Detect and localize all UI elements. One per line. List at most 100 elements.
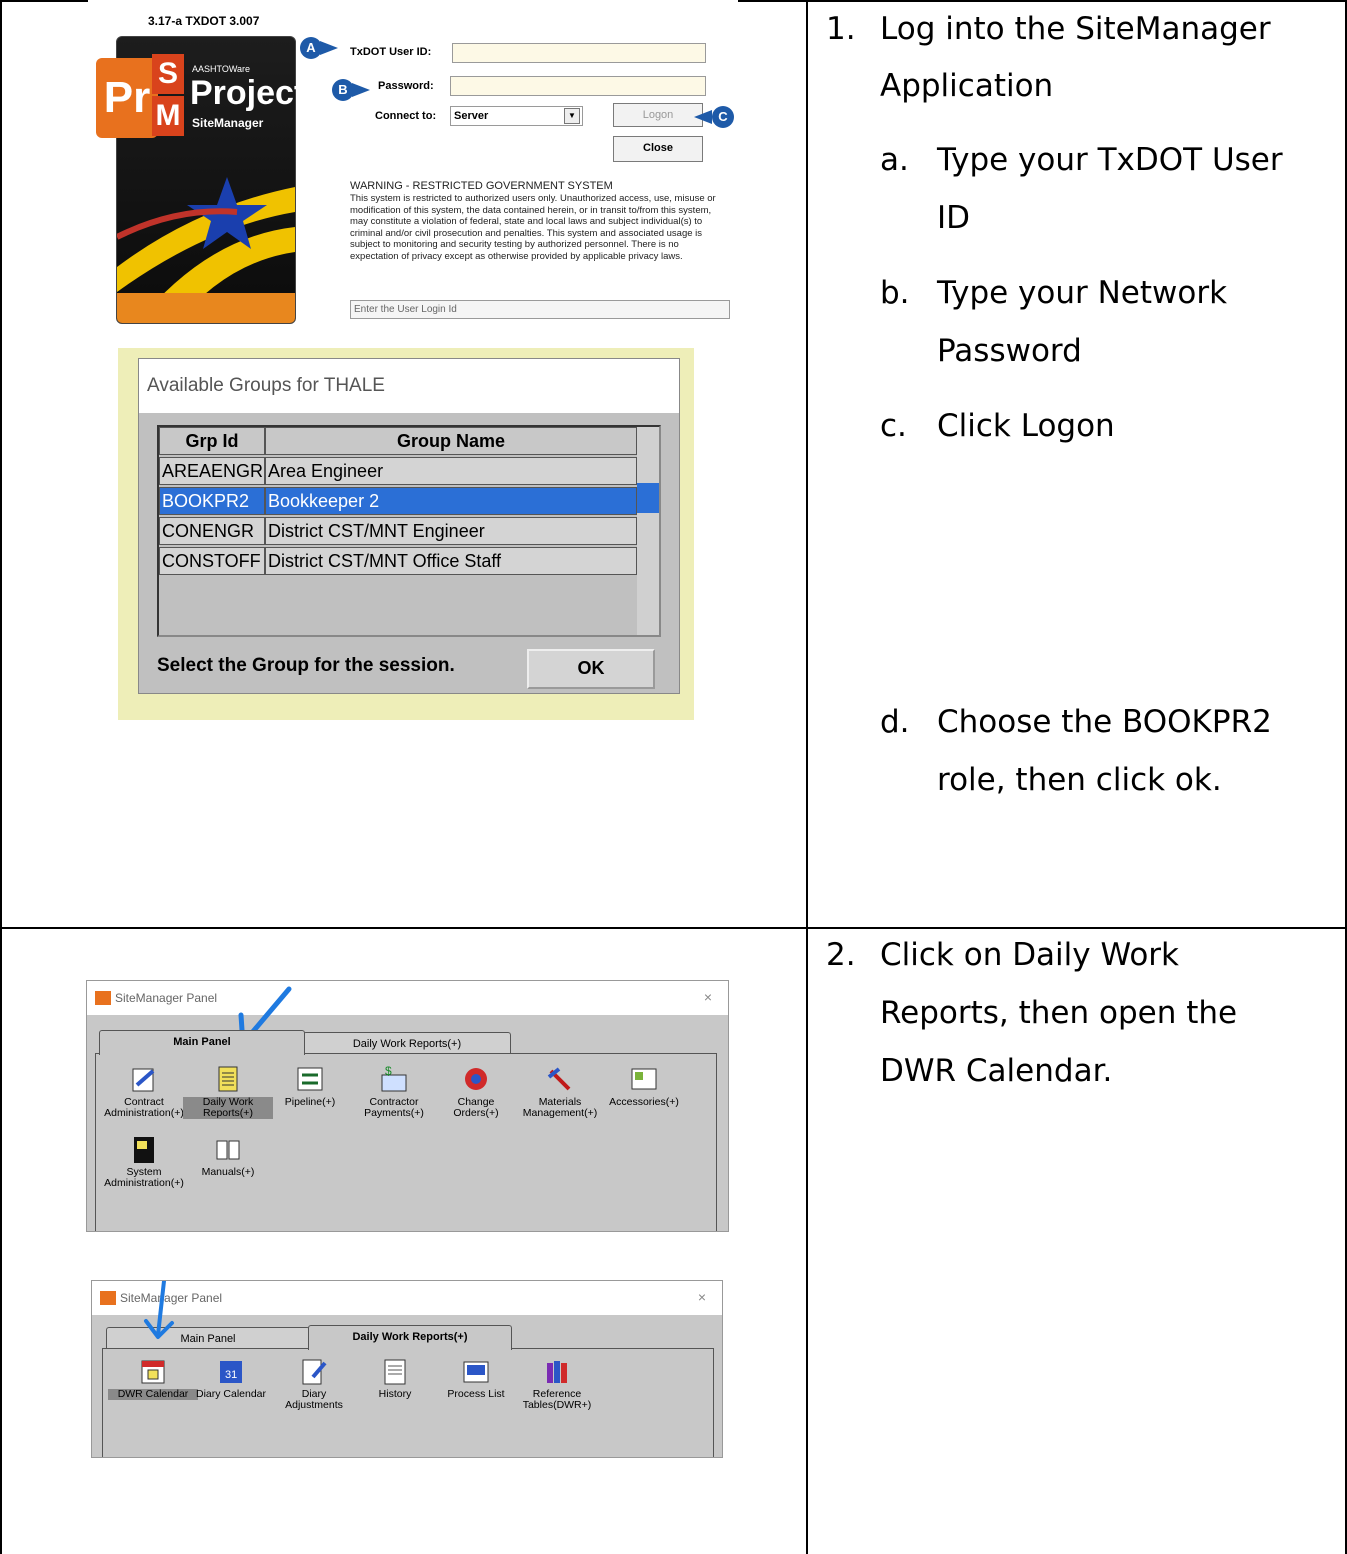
- status-bar: Enter the User Login Id: [350, 300, 730, 319]
- panel-tile[interactable]: History: [350, 1357, 440, 1400]
- tile-label: Manuals(+): [183, 1167, 273, 1178]
- tab-daily-work-reports[interactable]: Daily Work Reports(+): [308, 1325, 512, 1350]
- panel-tile[interactable]: Pipeline(+): [265, 1065, 355, 1108]
- panel-tile[interactable]: Accessories(+): [599, 1065, 689, 1108]
- tile-label: Materials Management(+): [515, 1097, 605, 1119]
- panel-tile[interactable]: Reference Tables(DWR+): [512, 1357, 602, 1411]
- table-column-divider: [806, 0, 808, 1554]
- cell-grp-id: BOOKPR2: [159, 487, 265, 515]
- substep-letter: b.: [880, 275, 910, 311]
- callout-c-arrow-icon: [694, 110, 712, 124]
- cell-group-name: Bookkeeper 2: [265, 487, 637, 515]
- password-label: Password:: [378, 80, 434, 92]
- close-icon[interactable]: ×: [704, 989, 712, 1005]
- contract-icon: [129, 1065, 159, 1093]
- step-text: Application: [880, 68, 1054, 104]
- cell-group-name: District CST/MNT Engineer: [265, 517, 637, 545]
- group-selection-dialog: Available Groups for THALE Grp Id Group …: [138, 358, 680, 694]
- svg-text:$: $: [385, 1065, 392, 1078]
- panel-tile[interactable]: System Administration(+): [99, 1135, 189, 1189]
- panel-tile[interactable]: $ Contractor Payments(+): [349, 1064, 439, 1119]
- logo-s-mark: S: [152, 54, 184, 94]
- tab-main-panel[interactable]: Main Panel: [106, 1327, 310, 1350]
- substep-text: Type your TxDOT User: [937, 142, 1283, 178]
- tile-label: DWR Calendar: [108, 1389, 198, 1400]
- panel-tile[interactable]: Daily Work Reports(+): [183, 1065, 273, 1119]
- substep-letter: c.: [880, 408, 907, 444]
- close-button[interactable]: Close: [613, 136, 703, 162]
- panel-tile[interactable]: Manuals(+): [183, 1135, 273, 1178]
- panel-tile[interactable]: Contract Administration(+): [99, 1065, 189, 1119]
- table-border-left: [0, 0, 2, 1554]
- svg-text:31: 31: [225, 1369, 237, 1381]
- user-id-field[interactable]: [452, 43, 706, 63]
- scrollbar-thumb[interactable]: [637, 483, 659, 513]
- ok-button[interactable]: OK: [527, 649, 655, 689]
- step-text: Click on Daily Work: [880, 937, 1179, 973]
- process-list-icon: [461, 1357, 491, 1385]
- table-scrollbar[interactable]: [637, 427, 659, 635]
- tile-label-line: Process List: [447, 1388, 505, 1400]
- sitemanager-dwr-panel-screenshot: SiteManager Panel × Main Panel Daily Wor…: [91, 1280, 723, 1458]
- reference-tables-icon: [542, 1357, 572, 1385]
- tile-label-line: Orders(+): [453, 1107, 499, 1119]
- logon-button[interactable]: Logon: [613, 103, 703, 127]
- substep-letter: d.: [880, 704, 910, 740]
- panel-tile[interactable]: 31 Diary Calendar: [186, 1357, 276, 1400]
- warning-title: WARNING - RESTRICTED GOVERNMENT SYSTEM: [350, 180, 613, 192]
- column-header-group-name: Group Name: [265, 427, 637, 455]
- substep-text: role, then click ok.: [937, 762, 1222, 798]
- blue-arrow-annotation: [144, 1281, 174, 1339]
- connect-to-label: Connect to:: [375, 110, 437, 122]
- tab-daily-work-reports[interactable]: Daily Work Reports(+): [303, 1032, 511, 1055]
- substep-text: Password: [937, 333, 1082, 369]
- step-number: 1.: [826, 11, 856, 47]
- panel-tile[interactable]: Process List: [431, 1357, 521, 1400]
- cell-grp-id: AREAENGR: [159, 457, 265, 485]
- connect-to-select[interactable]: Server ▼: [450, 106, 583, 126]
- tile-label-line: History: [378, 1388, 412, 1400]
- panel-tile[interactable]: DWR Calendar: [108, 1357, 198, 1400]
- sitemanager-main-panel-screenshot: SiteManager Panel × Main Panel Daily Wor…: [86, 980, 729, 1232]
- password-field[interactable]: [450, 76, 706, 96]
- connect-to-value: Server: [454, 110, 489, 122]
- groups-table: Grp Id Group Name AREAENGR Area Engineer B…: [157, 425, 661, 637]
- cell-grp-id: CONSTOFF: [159, 547, 265, 575]
- panel-tile[interactable]: Materials Management(+): [515, 1065, 605, 1119]
- tile-label: Reference Tables(DWR+): [512, 1389, 602, 1411]
- logo-project-text: Project: [190, 74, 306, 112]
- tile-label: Contractor Payments(+): [349, 1097, 439, 1119]
- tab-main-panel[interactable]: Main Panel: [99, 1030, 305, 1055]
- cell-group-name: District CST/MNT Office Staff: [265, 547, 637, 575]
- materials-icon: [545, 1065, 575, 1093]
- tile-label-line: Payments(+): [364, 1107, 424, 1119]
- panel-tile[interactable]: Diary Adjustments: [269, 1357, 359, 1411]
- group-selection-screenshot: Available Groups for THALE Grp Id Group …: [118, 348, 694, 720]
- tile-label-line: Diary Calendar: [195, 1388, 267, 1400]
- substep-text: Choose the BOOKPR2: [937, 704, 1272, 740]
- diary-adjustments-icon: [299, 1357, 329, 1385]
- substep-letter: a.: [880, 142, 909, 178]
- app-icon: [95, 991, 111, 1005]
- panel-tile[interactable]: Change Orders(+): [431, 1065, 521, 1119]
- pipeline-icon: [295, 1065, 325, 1093]
- window-title-bar: SiteManager Panel ×: [87, 981, 728, 1015]
- dialog-title: Available Groups for THALE: [147, 375, 385, 396]
- tile-label-line: Administration(+): [104, 1107, 184, 1119]
- close-icon[interactable]: ×: [698, 1289, 706, 1305]
- tile-label: Daily Work Reports(+): [183, 1097, 273, 1119]
- tile-label-line: DWR Calendar: [117, 1388, 189, 1400]
- history-icon: [380, 1357, 410, 1385]
- chevron-down-icon[interactable]: ▼: [564, 108, 580, 124]
- diary-calendar-icon: 31: [216, 1357, 246, 1385]
- warning-text: This system is restricted to authorized …: [350, 193, 716, 262]
- group-prompt: Select the Group for the session.: [157, 655, 455, 676]
- column-header-grp-id: Grp Id: [159, 427, 265, 455]
- tile-label-line: Tables(DWR+): [522, 1399, 592, 1411]
- manuals-icon: [213, 1135, 243, 1163]
- daily-work-reports-icon: [213, 1065, 243, 1093]
- tile-label: Diary Adjustments: [269, 1389, 359, 1411]
- logo-sitemanager-text: SiteManager: [192, 116, 264, 130]
- user-id-label: TxDOT User ID:: [350, 46, 432, 58]
- tile-label: Pipeline(+): [265, 1097, 355, 1108]
